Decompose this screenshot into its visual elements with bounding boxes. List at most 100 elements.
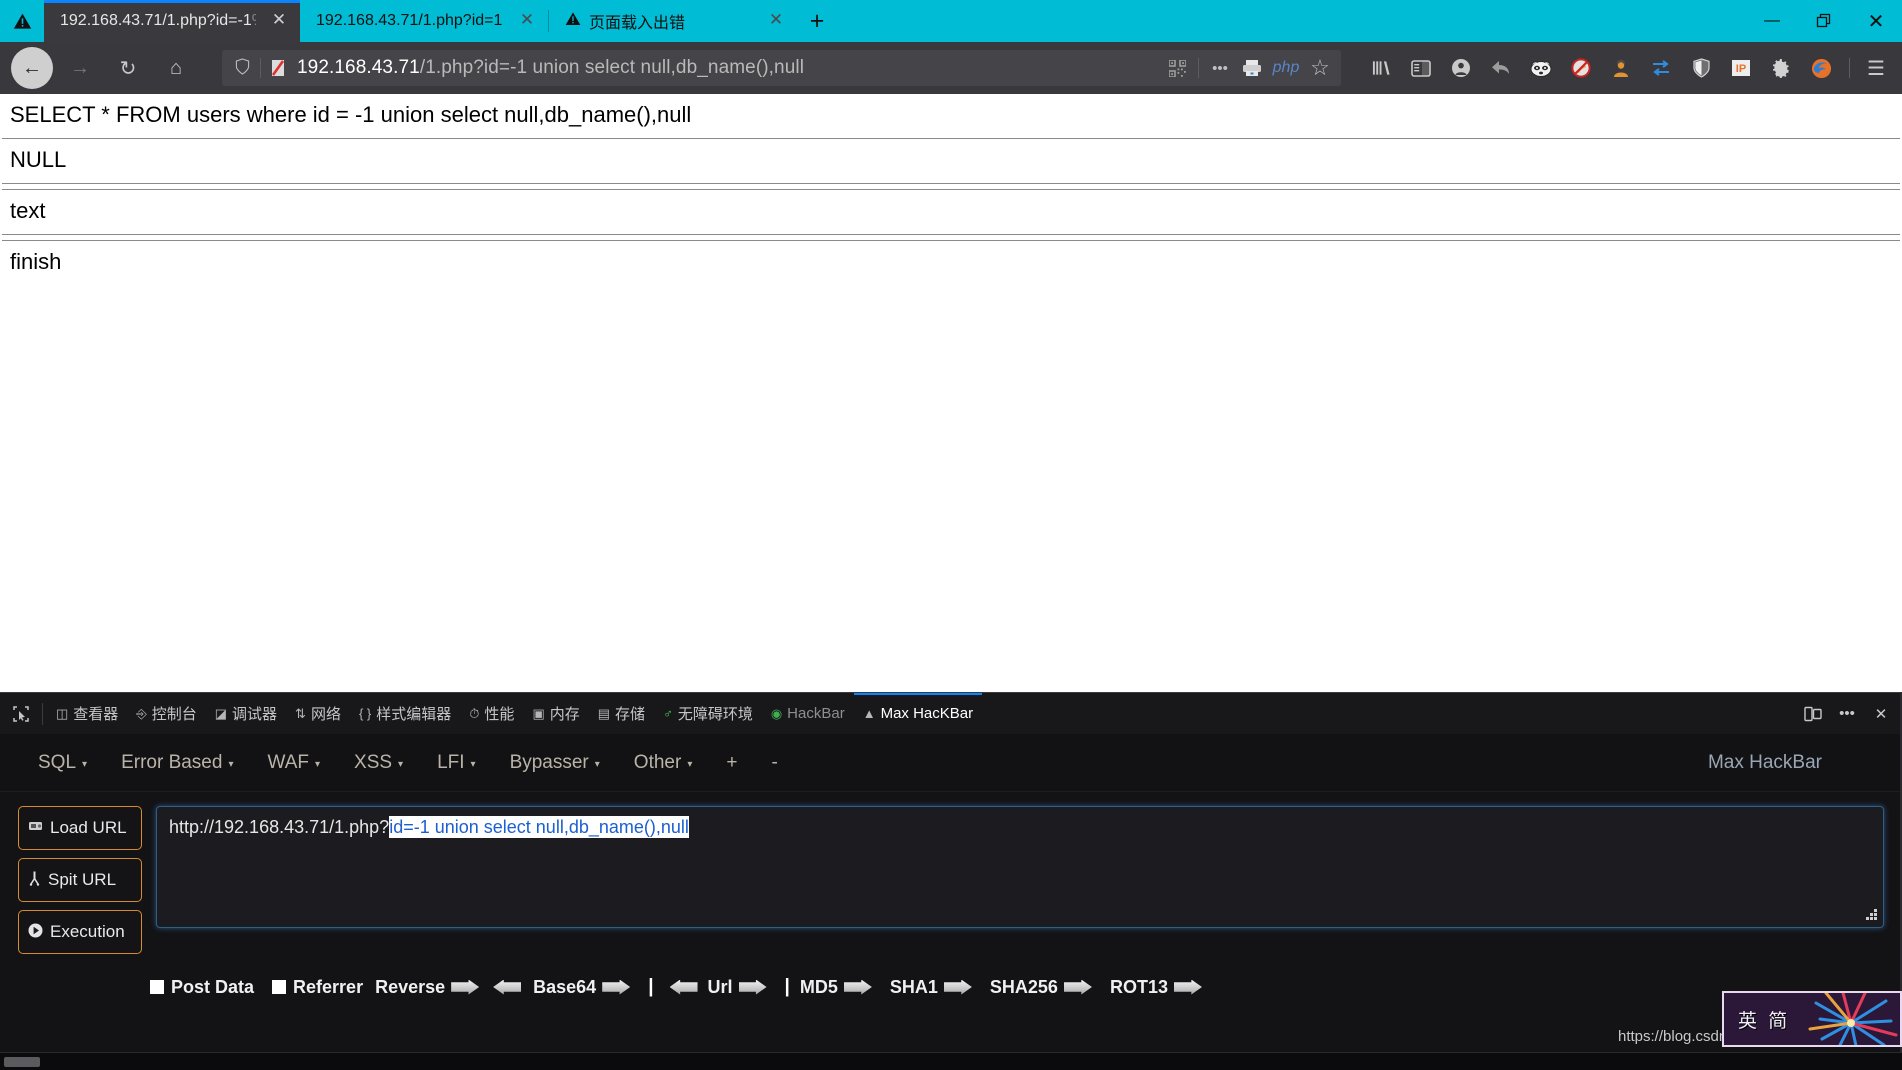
ime-indicator-popup[interactable]: 英 简 ♥ bbox=[1722, 991, 1902, 1047]
new-tab-button[interactable]: + bbox=[797, 0, 837, 42]
printer-icon[interactable] bbox=[1237, 53, 1267, 83]
url-option[interactable]: Url bbox=[708, 977, 773, 998]
sidebar-icon[interactable] bbox=[1401, 49, 1441, 87]
forward-button[interactable]: → bbox=[59, 47, 101, 89]
hackbar-url-textarea[interactable]: http://192.168.43.71/1.php?id=-1 union s… bbox=[156, 806, 1884, 928]
post-data-option[interactable]: Post Data bbox=[150, 977, 254, 998]
proxy-switch-icon[interactable] bbox=[1641, 49, 1681, 87]
spit-url-button[interactable]: Spit URL bbox=[18, 858, 142, 902]
back-arrow-icon[interactable] bbox=[1481, 49, 1521, 87]
scrollbar-thumb[interactable] bbox=[4, 1056, 40, 1067]
tab-storage[interactable]: ▤ 存储 bbox=[589, 693, 654, 735]
tab-network[interactable]: ⇅ 网络 bbox=[286, 693, 350, 735]
minimize-button[interactable]: — bbox=[1746, 0, 1798, 42]
horizontal-scrollbar[interactable] bbox=[0, 1052, 1902, 1070]
reverse-option[interactable]: Reverse bbox=[375, 977, 485, 998]
encode-arrow-icon[interactable] bbox=[738, 979, 767, 995]
rot13-option[interactable]: ROT13 bbox=[1110, 977, 1208, 998]
tab-max-hackbar[interactable]: ▲ Max HacKBar bbox=[853, 692, 983, 735]
tab-hackbar[interactable]: ◉ HackBar bbox=[762, 693, 854, 735]
hackbar-menu-lfi[interactable]: LFI ▾ bbox=[437, 752, 475, 774]
encode-arrow-icon[interactable] bbox=[1173, 979, 1202, 995]
tab-label: HackBar bbox=[787, 705, 845, 722]
tab-label: 存储 bbox=[615, 706, 646, 723]
hackbar-menu-remove[interactable]: - bbox=[771, 752, 777, 774]
home-button[interactable]: ⌂ bbox=[155, 47, 197, 89]
responsive-design-icon[interactable] bbox=[1796, 699, 1830, 729]
tab-memory[interactable]: ▣ 内存 bbox=[523, 693, 588, 735]
decode-arrow-icon[interactable] bbox=[493, 979, 522, 995]
close-button[interactable]: ✕ bbox=[1850, 0, 1902, 42]
browser-tab-2[interactable]: 192.168.43.71/1.php?id=1 ✕ bbox=[300, 0, 548, 42]
hackbar-menu-sql[interactable]: SQL ▾ bbox=[38, 752, 87, 774]
sha1-option[interactable]: SHA1 bbox=[890, 977, 978, 998]
tab-title: 页面载入出错 bbox=[589, 15, 686, 32]
tab-close-icon[interactable]: ✕ bbox=[268, 10, 290, 32]
hackbar-menu-xss[interactable]: XSS ▾ bbox=[354, 752, 403, 774]
hackbar-menu-bypasser[interactable]: Bypasser ▾ bbox=[510, 752, 600, 774]
textarea-resize-handle[interactable] bbox=[1865, 909, 1877, 921]
element-picker-icon[interactable] bbox=[4, 699, 38, 729]
php-badge-icon[interactable]: php bbox=[1269, 53, 1303, 83]
decode-arrow-icon[interactable] bbox=[669, 979, 698, 995]
address-bar[interactable]: 192.168.43.71/1.php?id=-1 union select n… bbox=[222, 50, 1341, 86]
post-data-checkbox[interactable] bbox=[150, 980, 164, 994]
tab-performance[interactable]: ⏱ 性能 bbox=[460, 693, 523, 735]
tab-close-icon[interactable]: ✕ bbox=[516, 10, 538, 32]
shield-extension-icon[interactable] bbox=[1681, 49, 1721, 87]
browser-tab-3[interactable]: 页面载入出错 ✕ bbox=[549, 0, 797, 42]
menu-label: WAF bbox=[267, 751, 309, 773]
page-actions-more-icon[interactable]: ••• bbox=[1205, 53, 1235, 83]
execution-button[interactable]: Execution bbox=[18, 910, 142, 954]
account-icon[interactable] bbox=[1441, 49, 1481, 87]
qr-code-icon[interactable] bbox=[1162, 53, 1192, 83]
encode-arrow-icon[interactable] bbox=[602, 979, 631, 995]
back-button[interactable]: ← bbox=[11, 47, 53, 89]
performance-icon: ⏱ bbox=[469, 705, 480, 721]
gear-icon[interactable] bbox=[1761, 49, 1801, 87]
page-line-null: NULL bbox=[10, 147, 67, 172]
option-label: Reverse bbox=[375, 976, 446, 997]
tab-inspector[interactable]: ◫ 查看器 bbox=[47, 693, 127, 735]
hackbar-url-area-wrap: http://192.168.43.71/1.php?id=-1 union s… bbox=[156, 806, 1884, 954]
no-script-icon[interactable] bbox=[1561, 49, 1601, 87]
browser-tab-1[interactable]: 192.168.43.71/1.php?id=-1% ✕ bbox=[44, 0, 300, 42]
encode-arrow-icon[interactable] bbox=[943, 979, 972, 995]
hackbar-menu-add[interactable]: + bbox=[726, 752, 737, 774]
shield-icon[interactable] bbox=[228, 57, 256, 79]
hackbar-menu-error-based[interactable]: Error Based ▾ bbox=[121, 752, 233, 774]
referrer-checkbox[interactable] bbox=[272, 980, 287, 994]
raccoon-icon[interactable] bbox=[1521, 49, 1561, 87]
tab-console[interactable]: ⎆ 控制台 bbox=[127, 693, 205, 735]
tab-label: Max HacKBar bbox=[880, 705, 974, 722]
restore-button[interactable] bbox=[1798, 0, 1850, 42]
user-agent-icon[interactable] bbox=[1601, 49, 1641, 87]
option-label: Url bbox=[707, 976, 733, 997]
reload-button[interactable]: ↻ bbox=[107, 47, 149, 89]
referrer-option[interactable]: Referrer bbox=[272, 977, 363, 998]
tab-close-icon[interactable]: ✕ bbox=[765, 10, 787, 32]
library-icon[interactable] bbox=[1361, 49, 1401, 87]
tab-debugger[interactable]: ◪ 调试器 bbox=[206, 693, 286, 735]
menu-label: Other bbox=[633, 751, 682, 773]
url-separator bbox=[260, 58, 261, 78]
sha256-option[interactable]: SHA256 bbox=[990, 977, 1098, 998]
hackbar-menu-other[interactable]: Other ▾ bbox=[634, 752, 693, 774]
encode-arrow-icon[interactable] bbox=[1063, 979, 1092, 995]
firefox-icon[interactable] bbox=[1801, 49, 1841, 87]
load-url-button[interactable]: Load URL bbox=[18, 806, 142, 850]
encode-arrow-icon[interactable] bbox=[843, 979, 872, 995]
devtools-more-icon[interactable]: ••• bbox=[1830, 699, 1864, 729]
tab-accessibility[interactable]: ♂ 无障碍环境 bbox=[654, 693, 762, 735]
app-menu-icon[interactable]: ☰ bbox=[1858, 49, 1894, 87]
tab-style-editor[interactable]: { } 样式编辑器 bbox=[350, 693, 460, 735]
window-warning-icon bbox=[0, 0, 44, 42]
base64-option[interactable]: Base64 bbox=[533, 977, 636, 998]
md5-option[interactable]: MD5 bbox=[800, 977, 878, 998]
ip-icon[interactable]: IP bbox=[1721, 49, 1761, 87]
tab-label: 无障碍环境 bbox=[677, 706, 753, 723]
hackbar-menu-waf[interactable]: WAF ▾ bbox=[267, 752, 320, 774]
encode-arrow-icon[interactable] bbox=[451, 979, 480, 995]
devtools-close-icon[interactable]: ✕ bbox=[1864, 699, 1898, 729]
bookmark-star-icon[interactable]: ☆ bbox=[1305, 53, 1335, 83]
